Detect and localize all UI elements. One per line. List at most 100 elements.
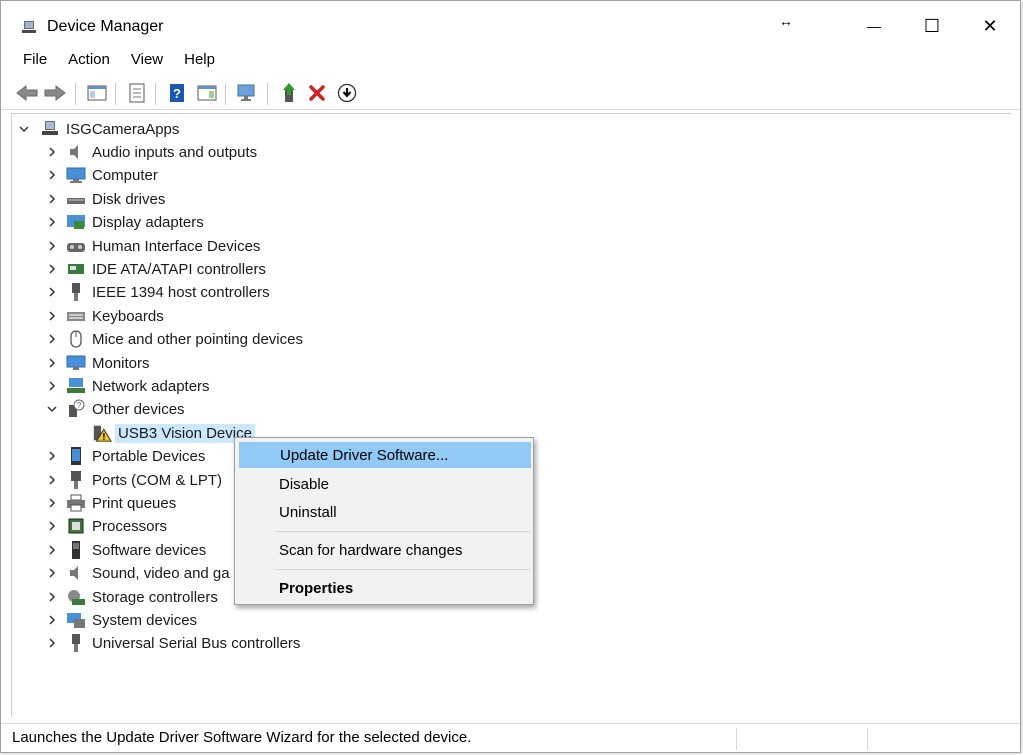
disk-drive-icon (66, 190, 86, 208)
chevron-right-icon[interactable] (46, 240, 58, 252)
monitor-icon (66, 354, 86, 372)
enable-device-icon[interactable] (335, 81, 359, 105)
chevron-right-icon[interactable] (46, 591, 58, 603)
minimize-icon: — (867, 18, 881, 34)
toolbar: ? (1, 77, 1020, 110)
tree-category[interactable]: IEEE 1394 host controllers (46, 281, 270, 303)
tree-category-label: Print queues (92, 494, 177, 512)
context-separator (275, 531, 530, 532)
back-arrow-icon[interactable] (15, 81, 39, 105)
tree-category[interactable]: System devices (46, 609, 197, 631)
chevron-right-icon[interactable] (46, 614, 58, 626)
title-bar[interactable]: Device Manager ↔ — ☐ ✕ (1, 1, 1020, 47)
device-tree[interactable]: ISGCameraApps Audio inputs and outputs Co… (11, 113, 1011, 717)
tree-category[interactable]: Audio inputs and outputs (46, 141, 257, 163)
context-uninstall[interactable]: Uninstall (239, 499, 531, 525)
window-title: Device Manager (47, 18, 164, 35)
menu-bar: File Action View Help (1, 47, 1020, 75)
chevron-right-icon[interactable] (46, 169, 58, 181)
keyboard-icon (66, 307, 86, 325)
tree-root-label: ISGCameraApps (66, 120, 180, 138)
tree-device-usb3-vision[interactable]: USB3 Vision Device (92, 422, 255, 444)
computer-root-icon (40, 120, 60, 138)
tree-category[interactable]: Print queues (46, 492, 176, 514)
properties-icon[interactable] (125, 81, 149, 105)
menu-file[interactable]: File (1, 47, 56, 75)
tree-root[interactable]: ISGCameraApps (18, 118, 179, 140)
tree-category[interactable]: Processors (46, 515, 167, 537)
maximize-icon: ☐ (923, 15, 941, 36)
close-icon: ✕ (982, 15, 998, 36)
scan-hardware-icon[interactable] (235, 81, 259, 105)
chevron-right-icon[interactable] (46, 637, 58, 649)
update-driver-icon[interactable] (277, 81, 301, 105)
chevron-right-icon[interactable] (46, 216, 58, 228)
tree-category[interactable]: Software devices (46, 539, 206, 561)
context-properties[interactable]: Properties (239, 575, 531, 601)
tree-category[interactable]: Ports (COM & LPT) (46, 469, 222, 491)
toolbar-separator (115, 83, 116, 105)
chevron-right-icon[interactable] (46, 520, 58, 532)
tree-category-label: Monitors (92, 354, 150, 372)
storage-controller-icon (66, 588, 86, 606)
ieee1394-icon (66, 283, 86, 301)
chevron-right-icon[interactable] (46, 357, 58, 369)
speaker-icon (66, 143, 86, 161)
context-menu: Update Driver Software... Disable Uninst… (234, 437, 534, 605)
chevron-right-icon[interactable] (46, 450, 58, 462)
menu-action[interactable]: Action (56, 47, 119, 75)
status-text: Launches the Update Driver Software Wiza… (12, 729, 472, 746)
toolbar-separator (267, 83, 268, 105)
tree-category-label: Disk drives (92, 190, 166, 208)
context-update-driver[interactable]: Update Driver Software... (239, 442, 531, 468)
menu-help[interactable]: Help (172, 47, 224, 75)
chevron-right-icon[interactable] (46, 497, 58, 509)
tree-category[interactable]: Computer (46, 164, 158, 186)
chevron-down-icon[interactable] (18, 123, 30, 135)
help-icon[interactable]: ? (165, 81, 189, 105)
close-button[interactable]: ✕ (967, 9, 1013, 43)
device-manager-app-icon (21, 19, 37, 35)
tree-category[interactable]: Display adapters (46, 211, 204, 233)
tree-category[interactable]: Mice and other pointing devices (46, 328, 303, 350)
usb-icon (66, 634, 86, 652)
port-icon (66, 471, 86, 489)
show-hide-console-tree-icon[interactable] (85, 81, 109, 105)
minimize-button[interactable]: — (851, 9, 897, 43)
context-disable[interactable]: Disable (239, 471, 531, 497)
chevron-right-icon[interactable] (46, 263, 58, 275)
tree-category[interactable]: Universal Serial Bus controllers (46, 632, 300, 654)
tree-category[interactable]: Human Interface Devices (46, 235, 260, 257)
forward-arrow-icon[interactable] (43, 81, 67, 105)
chevron-right-icon[interactable] (46, 333, 58, 345)
processor-icon (66, 517, 86, 535)
software-device-icon (66, 541, 86, 559)
tree-category[interactable]: Storage controllers (46, 586, 218, 608)
status-divider (736, 728, 737, 750)
tree-category[interactable]: Monitors (46, 352, 150, 374)
uninstall-device-icon[interactable] (305, 81, 329, 105)
tree-category[interactable]: Sound, video and ga (46, 562, 230, 584)
tree-category[interactable]: Disk drives (46, 188, 165, 210)
tree-category-label: Other devices (92, 400, 185, 418)
tree-category[interactable]: IDE ATA/ATAPI controllers (46, 258, 266, 280)
tree-category[interactable]: Portable Devices (46, 445, 205, 467)
menu-view[interactable]: View (119, 47, 172, 75)
show-action-pane-icon[interactable] (195, 81, 219, 105)
status-bar: Launches the Update Driver Software Wiza… (1, 723, 1020, 754)
chevron-right-icon[interactable] (46, 380, 58, 392)
chevron-right-icon[interactable] (46, 310, 58, 322)
chevron-right-icon[interactable] (46, 474, 58, 486)
chevron-right-icon[interactable] (46, 544, 58, 556)
chevron-right-icon[interactable] (46, 146, 58, 158)
svg-text:?: ? (77, 401, 82, 410)
chevron-right-icon[interactable] (46, 286, 58, 298)
tree-category[interactable]: ? Other devices (46, 398, 185, 420)
maximize-button[interactable]: ☐ (909, 9, 955, 43)
tree-category[interactable]: Network adapters (46, 375, 210, 397)
chevron-right-icon[interactable] (46, 193, 58, 205)
tree-category[interactable]: Keyboards (46, 305, 164, 327)
chevron-down-icon[interactable] (46, 403, 58, 415)
chevron-right-icon[interactable] (46, 567, 58, 579)
context-scan-hardware[interactable]: Scan for hardware changes (239, 537, 531, 563)
